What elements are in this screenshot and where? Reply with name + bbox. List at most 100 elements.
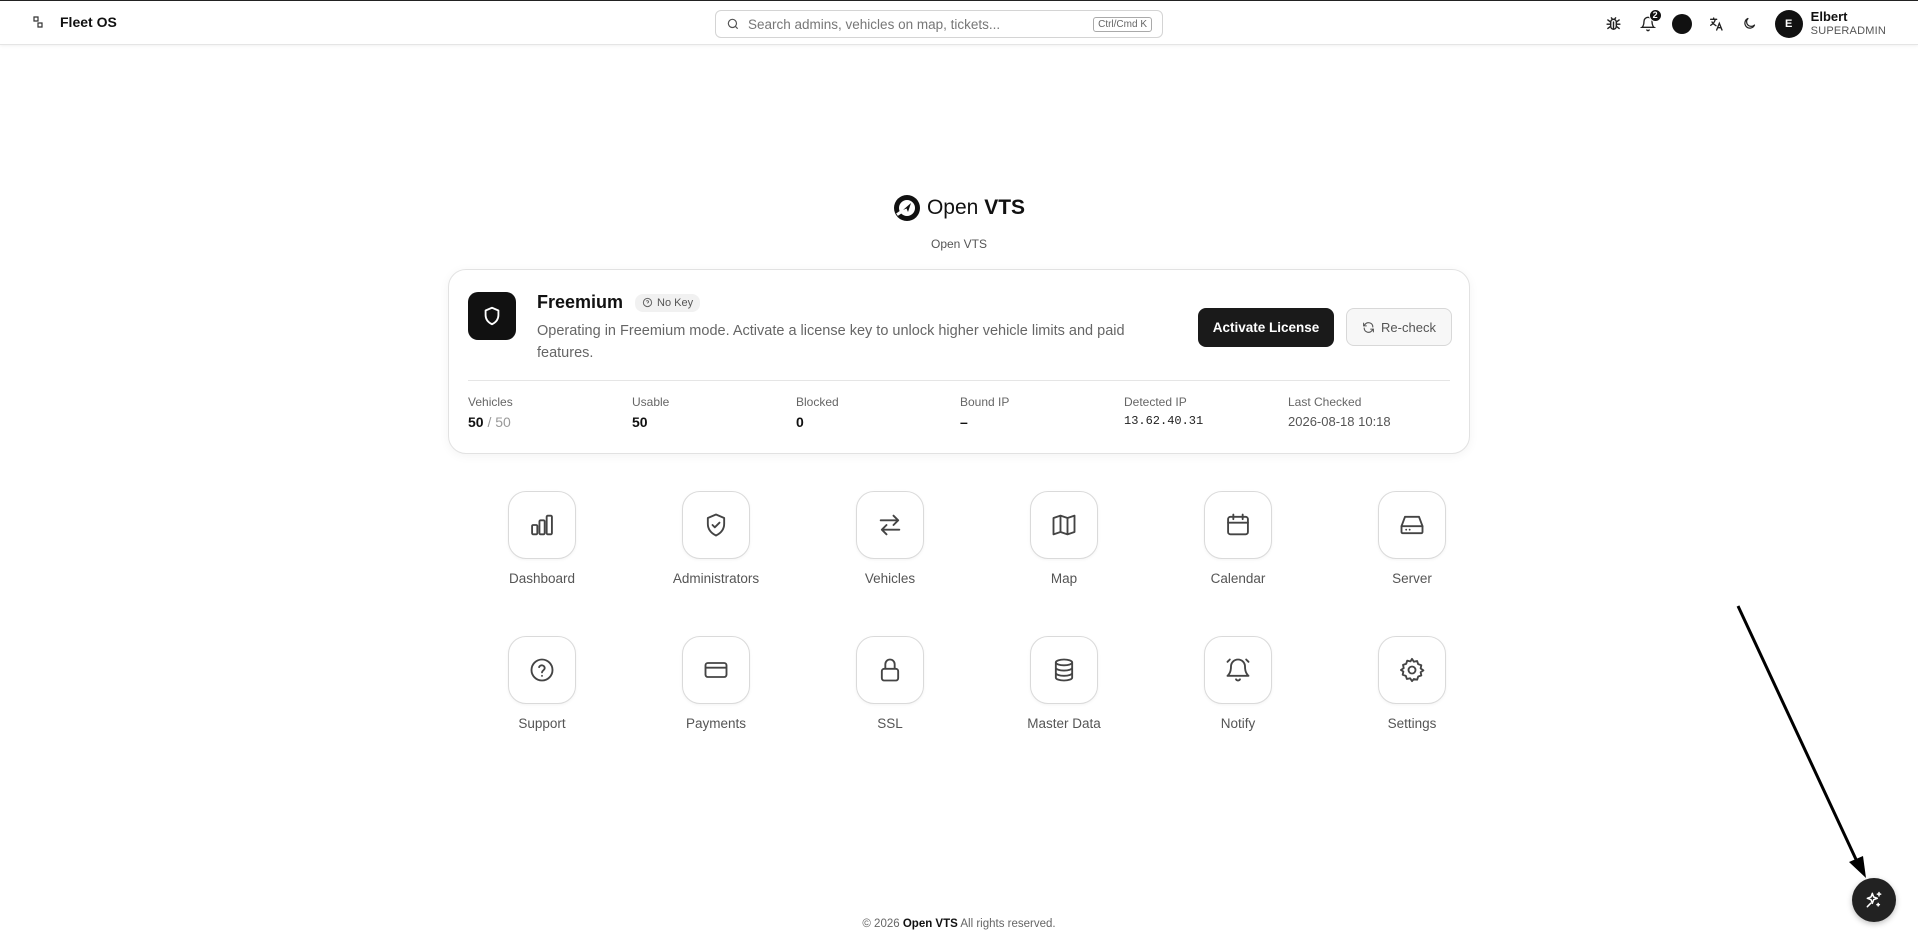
footer-rights: All rights reserved. <box>957 918 1056 930</box>
stat-value: 50 / 50 <box>468 414 632 430</box>
module-server[interactable]: Server <box>1325 491 1499 586</box>
user-role: SUPERADMIN <box>1810 24 1886 37</box>
module-icon-button[interactable] <box>1204 636 1272 704</box>
ai-assistant-button[interactable] <box>1852 878 1896 922</box>
global-search[interactable]: Ctrl/Cmd K <box>715 10 1163 38</box>
module-settings[interactable]: Settings <box>1325 636 1499 731</box>
module-label: Settings <box>1387 716 1437 731</box>
brand: Fleet OS <box>30 14 117 30</box>
module-dashboard[interactable]: Dashboard <box>455 491 629 586</box>
module-vehicles[interactable]: Vehicles <box>803 491 977 586</box>
lock-icon <box>880 658 900 682</box>
module-support[interactable]: Support <box>455 636 629 731</box>
license-description: Operating in Freemium mode. Activate a l… <box>537 323 1125 361</box>
license-plan-name: Freemium <box>537 292 624 312</box>
key-status-badge: No Key <box>635 293 701 312</box>
module-payments[interactable]: Payments <box>629 636 803 731</box>
module-icon-button[interactable] <box>682 636 750 704</box>
stat-label: Last Checked <box>1288 395 1362 409</box>
recheck-button[interactable]: Re-check <box>1346 308 1452 346</box>
stat-label: Bound IP <box>960 395 1010 409</box>
user-name: Elbert <box>1810 9 1848 25</box>
module-label: Vehicles <box>864 571 916 586</box>
user-menu[interactable]: E Elbert SUPERADMIN <box>1774 9 1886 38</box>
module-label: Notify <box>1220 716 1256 731</box>
moon-icon[interactable] <box>1733 7 1767 41</box>
module-notify[interactable]: Notify <box>1151 636 1325 731</box>
bell-ring-icon <box>1226 658 1250 682</box>
database-icon <box>1054 658 1074 682</box>
stat-value: 0 <box>796 414 804 430</box>
search-input[interactable] <box>748 16 1094 32</box>
hard-drive-icon <box>1400 515 1424 535</box>
stat-value: 50 <box>632 414 648 430</box>
footer-brand: Open VTS <box>902 918 958 930</box>
search-icon <box>726 17 740 31</box>
license-stats: Vehicles 50 / 50 Usable 50 Blocked 0 Bou… <box>468 395 1452 430</box>
vehicles-total: / 50 <box>487 414 511 430</box>
module-icon-button[interactable] <box>1030 636 1098 704</box>
module-ssl[interactable]: SSL <box>803 636 977 731</box>
sidebar-toggle-icon[interactable] <box>30 14 46 30</box>
search-shortcut-hint: Ctrl/Cmd K <box>1093 16 1152 32</box>
stat-label: Vehicles <box>468 395 513 409</box>
key-status-text: No Key <box>657 296 694 309</box>
sparkles-icon <box>1866 891 1882 908</box>
module-icon-button[interactable] <box>508 636 576 704</box>
credit-card-icon <box>704 662 728 678</box>
footer-copyright: © 2026 <box>862 918 903 930</box>
stat-bound-ip: Bound IP – <box>960 395 1124 430</box>
theme-color-button[interactable] <box>1665 7 1699 41</box>
module-label: Support <box>518 716 566 731</box>
stat-detected-ip: Detected IP 13.62.40.31 <box>1124 395 1288 430</box>
gear-icon <box>1399 657 1425 683</box>
translate-icon[interactable] <box>1699 7 1733 41</box>
bug-icon[interactable] <box>1597 7 1631 41</box>
module-icon-button[interactable] <box>1204 491 1272 559</box>
stat-last-checked: Last Checked 2026-08-18 10:18 <box>1288 395 1452 430</box>
app-name[interactable]: Fleet OS <box>60 14 117 30</box>
open-vts-logo-icon <box>893 195 920 221</box>
arrows-swap-icon <box>879 514 901 536</box>
module-label: Dashboard <box>508 571 576 586</box>
notifications-button[interactable]: 2 <box>1631 7 1665 41</box>
logo-subtitle: Open VTS <box>930 237 988 251</box>
module-label: SSL <box>877 716 903 731</box>
module-icon-button[interactable] <box>508 491 576 559</box>
stat-value: 2026-08-18 10:18 <box>1288 414 1391 429</box>
module-icon-button[interactable] <box>1378 491 1446 559</box>
module-icon-button[interactable] <box>1030 491 1098 559</box>
module-icon-button[interactable] <box>856 636 924 704</box>
footer: © 2026 Open VTS All rights reserved. <box>0 918 1918 930</box>
stat-value: 13.62.40.31 <box>1124 414 1204 428</box>
module-calendar[interactable]: Calendar <box>1151 491 1325 586</box>
stat-blocked: Blocked 0 <box>796 395 960 430</box>
license-shield-badge <box>468 292 516 340</box>
module-icon-button[interactable] <box>1378 636 1446 704</box>
module-icon-button[interactable] <box>856 491 924 559</box>
notification-count-badge: 2 <box>1648 8 1662 22</box>
module-master-data[interactable]: Master Data <box>977 636 1151 731</box>
module-map[interactable]: Map <box>977 491 1151 586</box>
stat-usable: Usable 50 <box>632 395 796 430</box>
bar-chart-icon <box>531 514 553 536</box>
refresh-icon <box>1363 321 1374 333</box>
stat-value: – <box>960 414 968 430</box>
logo-text-light: Open <box>926 196 985 219</box>
top-actions: 2 E Elbert SUPERADMIN <box>1597 1 1918 46</box>
recheck-label: Re-check <box>1381 319 1436 335</box>
product-logo: Open VTS <box>0 194 1918 222</box>
module-icon-button[interactable] <box>682 491 750 559</box>
top-bar: Fleet OS Ctrl/Cmd K 2 E Elbert SUPE <box>0 0 1918 45</box>
module-grid: Dashboard Administrators Vehicles Map Ca… <box>455 491 1505 731</box>
help-circle-icon <box>642 297 653 308</box>
module-label: Master Data <box>1027 716 1101 731</box>
module-label: Map <box>1050 571 1078 586</box>
license-card: Freemium No Key Operating in Freemium mo… <box>448 269 1470 454</box>
logo-text: Open VTS <box>927 196 1025 220</box>
module-administrators[interactable]: Administrators <box>629 491 803 586</box>
activate-license-button[interactable]: Activate License <box>1198 308 1334 347</box>
card-divider <box>468 380 1450 381</box>
vehicles-used: 50 <box>468 414 484 430</box>
avatar: E <box>1774 9 1803 38</box>
